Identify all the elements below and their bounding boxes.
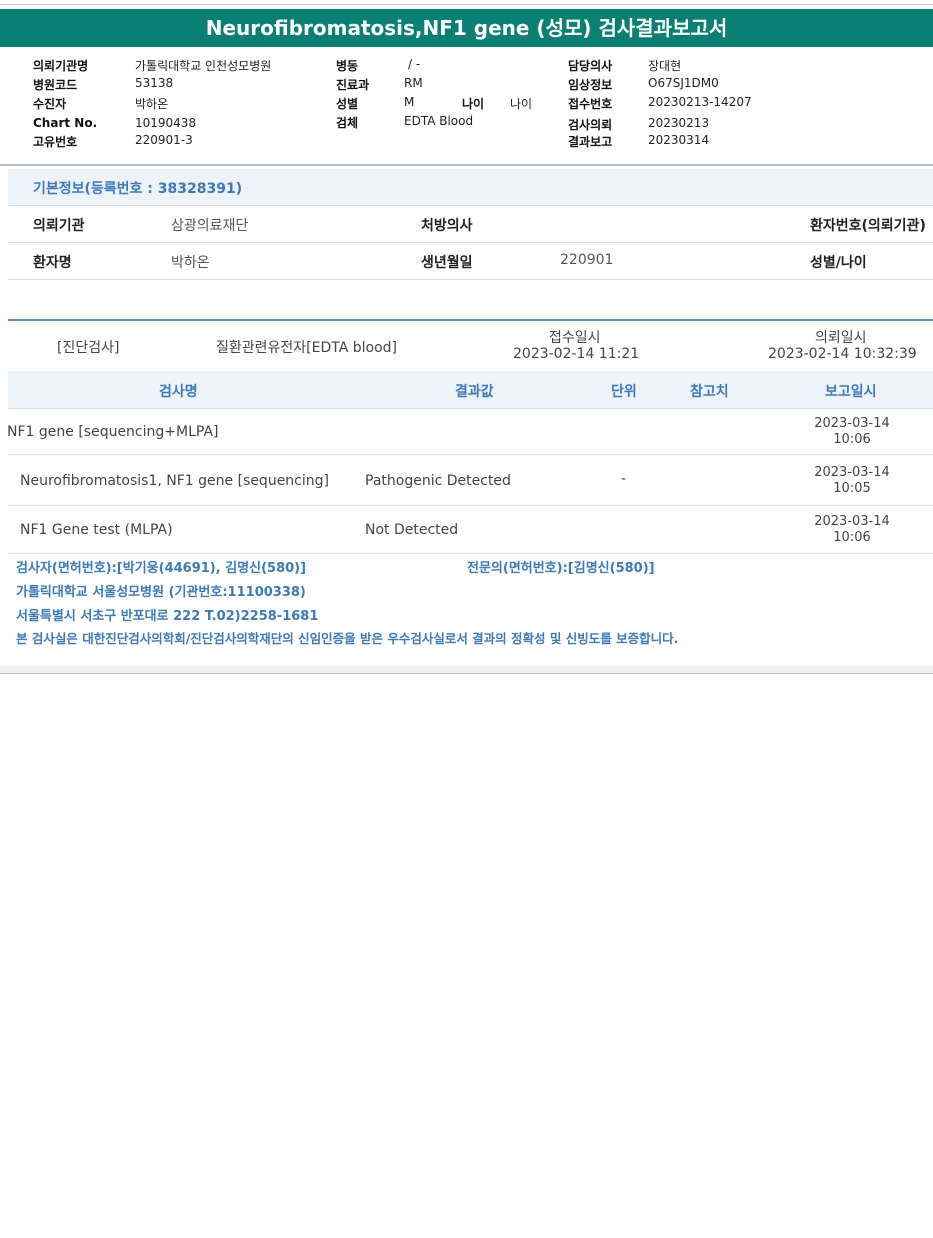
patient-number-label: 환자번호(의뢰기관): [810, 218, 926, 234]
doctor-label: 처방의사: [421, 218, 473, 234]
basic-info-row: 의뢰기관 삼광의료재단 처방의사 환자번호(의뢰기관): [8, 206, 933, 243]
header-value: 20230213: [648, 116, 710, 130]
test-name: NF1 gene [sequencing+MLPA]: [7, 424, 219, 440]
header-label: 고유번호: [33, 135, 78, 149]
requested-value: 2023-02-14 10:32:39: [768, 346, 917, 362]
birth-date-value: 220901: [560, 252, 614, 268]
birth-date-label: 생년월일: [421, 255, 473, 271]
header-value: 나이: [510, 97, 533, 111]
column-header-report-date: 보고일시: [825, 384, 877, 400]
header-label: 병동: [336, 59, 359, 73]
header-label: 접수번호: [568, 97, 613, 111]
basic-info-heading: 기본정보(등록번호 : 38328391): [33, 181, 243, 197]
test-category: [진단검사]: [57, 340, 120, 356]
test-unit: -: [621, 471, 627, 487]
column-header-result: 결과값: [455, 384, 494, 400]
test-result: Pathogenic Detected: [365, 473, 511, 489]
header-value: 10190438: [135, 116, 197, 130]
header-label: 병원코드: [33, 78, 78, 92]
report-title: Neurofibromatosis,NF1 gene (성모) 검사결과보고서: [0, 9, 933, 47]
test-name: Neurofibromatosis1, NF1 gene [sequencing…: [20, 473, 329, 489]
header-value: 장대현: [648, 59, 682, 73]
test-group: 질환관련유전자[EDTA blood]: [216, 340, 397, 356]
header-label: 검사의뢰: [568, 118, 613, 132]
patient-name-value: 박하온: [171, 255, 210, 271]
report-date: 2023-03-14: [814, 416, 890, 431]
report-time: 10:06: [833, 530, 871, 545]
report-datetime: 2023-03-14 10:06: [807, 514, 897, 546]
header-label: Chart No.: [33, 116, 98, 130]
report-datetime: 2023-03-14 10:05: [807, 465, 897, 497]
received-value: 2023-02-14 11:21: [513, 346, 640, 362]
header-label: 진료과: [336, 78, 370, 92]
section-divider: [0, 164, 933, 166]
requested-label: 의뢰일시: [815, 330, 867, 346]
report-time: 10:05: [833, 481, 871, 496]
certification-statement: 본 검사실은 대한진단검사의학회/진단검사의학재단의 신임인증을 받은 우수검사…: [16, 631, 679, 646]
header-label: 결과보고: [568, 135, 613, 149]
header-value: 220901-3: [135, 133, 193, 147]
report-datetime: 2023-03-14 10:06: [807, 416, 897, 448]
report-header-info: 의뢰기관명 가톨릭대학교 인천성모병원 병원코드 53138 수진자 박하온 C…: [0, 55, 933, 155]
examiner-info: 검사자(면허번호):[박기웅(44691), 김명신(580)]: [16, 561, 307, 576]
report-date: 2023-03-14: [814, 465, 890, 480]
report-time: 10:06: [833, 432, 871, 447]
test-result: Not Detected: [365, 522, 459, 538]
table-row: NF1 gene [sequencing+MLPA] 2023-03-14 10…: [7, 409, 933, 455]
header-label: 임상정보: [568, 78, 613, 92]
top-border-line: [0, 4, 933, 5]
test-name: NF1 Gene test (MLPA): [20, 522, 173, 538]
basic-info-header: 기본정보(등록번호 : 38328391): [8, 169, 933, 206]
sex-age-label: 성별/나이: [810, 255, 867, 271]
order-info-row: [진단검사] 질환관련유전자[EDTA blood] 접수일시 2023-02-…: [8, 321, 933, 371]
hospital-info: 가톨릭대학교 서울성모병원 (기관번호:11100338): [16, 585, 306, 600]
header-value: 가톨릭대학교 인천성모병원: [135, 59, 272, 73]
header-value: 53138: [135, 76, 174, 90]
column-header-reference: 참고치: [690, 384, 729, 400]
report-date: 2023-03-14: [814, 514, 890, 529]
results-table-header: 검사명 결과값 단위 참고치 보고일시: [8, 371, 933, 409]
header-label: 수진자: [33, 97, 67, 111]
column-header-test-name: 검사명: [159, 384, 198, 400]
header-value: / -: [408, 57, 421, 71]
header-value: EDTA Blood: [404, 114, 474, 128]
header-label: 검체: [336, 116, 359, 130]
header-value: 20230213-14207: [648, 95, 752, 109]
hospital-address: 서울특별시 서초구 반포대로 222 T.02)2258-1681: [16, 609, 319, 624]
patient-name-label: 환자명: [33, 255, 72, 271]
basic-info-row: 환자명 박하온 생년월일 220901 성별/나이: [8, 243, 933, 280]
header-value: RM: [404, 76, 423, 90]
header-label: 성별: [336, 97, 359, 111]
bottom-border: [0, 666, 933, 674]
header-value: O67SJ1DM0: [648, 76, 719, 90]
institution-value: 삼광의료재단: [171, 218, 249, 234]
header-value: 20230314: [648, 133, 710, 147]
header-label: 나이: [462, 97, 485, 111]
header-label: 의뢰기관명: [33, 59, 89, 73]
table-row: Neurofibromatosis1, NF1 gene [sequencing…: [8, 455, 933, 506]
header-value: M: [404, 95, 415, 109]
header-value: 박하온: [135, 97, 169, 111]
table-row: NF1 Gene test (MLPA) Not Detected 2023-0…: [8, 506, 933, 554]
institution-label: 의뢰기관: [33, 218, 85, 234]
column-header-unit: 단위: [611, 384, 637, 400]
received-label: 접수일시: [549, 330, 601, 346]
specialist-info: 전문의(면허번호):[김명신(580)]: [467, 561, 655, 576]
header-label: 담당의사: [568, 59, 613, 73]
